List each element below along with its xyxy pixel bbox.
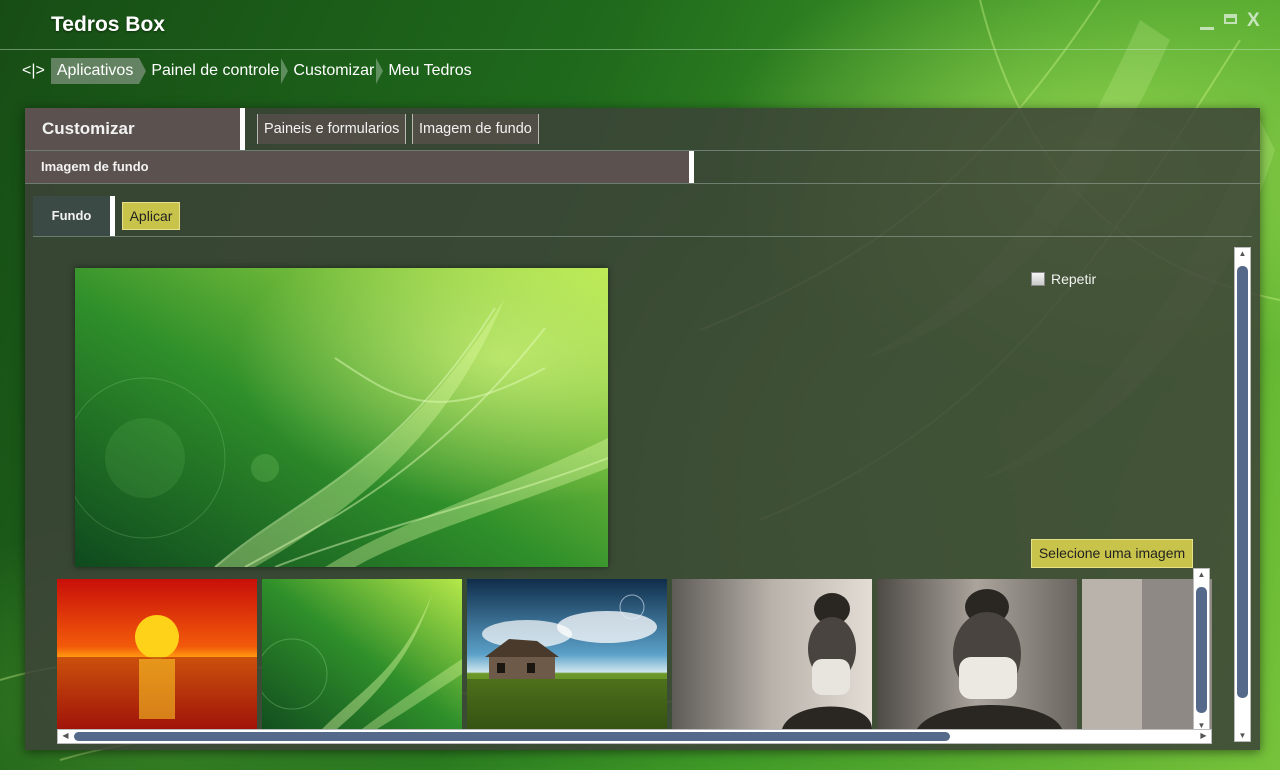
scroll-up-icon[interactable]: ▲ (1235, 249, 1250, 258)
background-preview-image (75, 268, 608, 567)
repeat-option[interactable]: Repetir (1031, 271, 1096, 287)
nav-toggle-icon[interactable]: <|> (20, 58, 51, 84)
scrollbar-thumb[interactable] (1196, 587, 1207, 713)
maximize-icon[interactable] (1224, 14, 1237, 24)
scroll-left-icon[interactable]: ◀ (58, 731, 73, 740)
breadcrumb: <|> Aplicativos Painel de controle Custo… (20, 58, 474, 84)
panel-header: Customizar Paineis e formularios Imagem … (25, 108, 1260, 151)
tab-fundo[interactable]: Fundo (33, 196, 115, 236)
breadcrumb-separator-icon (139, 58, 147, 84)
scroll-right-icon[interactable]: ▶ (1196, 731, 1211, 740)
scrollbar-thumb[interactable] (74, 732, 950, 741)
repeat-checkbox[interactable] (1031, 272, 1045, 286)
panel-subheader: Imagem de fundo (25, 151, 1260, 184)
thumbnail-girl-mask-1[interactable] (672, 579, 872, 729)
scroll-up-icon[interactable]: ▲ (1194, 570, 1209, 579)
inner-tab-bar: Fundo Aplicar (33, 196, 1252, 237)
breadcrumb-separator-icon (281, 58, 289, 84)
thumbnail-vertical-scrollbar[interactable]: ▲ ▼ (1193, 568, 1210, 732)
repeat-label: Repetir (1051, 271, 1097, 287)
close-icon[interactable]: X (1247, 10, 1260, 32)
thumbnail-girl-mask-2[interactable] (877, 579, 1077, 729)
minimize-icon[interactable] (1200, 27, 1214, 30)
tab-imagem-de-fundo[interactable]: Imagem de fundo (412, 114, 539, 144)
select-image-button[interactable]: Selecione uma imagem (1031, 539, 1193, 568)
panel-title: Customizar (25, 108, 245, 150)
thumbnail-horizontal-scrollbar[interactable]: ◀ ▶ (57, 729, 1212, 744)
breadcrumb-item-painel-de-controle[interactable]: Painel de controle (149, 58, 281, 84)
breadcrumb-separator-icon (376, 58, 384, 84)
breadcrumb-item-customizar[interactable]: Customizar (291, 58, 376, 84)
thumbnail-strip (57, 579, 1212, 729)
apply-button[interactable]: Aplicar (122, 202, 180, 230)
panel-subtitle: Imagem de fundo (25, 151, 694, 183)
customize-panel: Customizar Paineis e formularios Imagem … (25, 108, 1260, 750)
breadcrumb-item-aplicativos[interactable]: Aplicativos (50, 58, 140, 84)
thumbnail-green-swirl[interactable] (262, 579, 462, 729)
thumbnail-sunset[interactable] (57, 579, 257, 729)
title-bar: Tedros Box X (0, 0, 1280, 50)
background-settings-content: Repetir Selecione uma imagem ▲ ▼ ◀ ▶ ▲ ▼ (25, 247, 1260, 750)
scrollbar-thumb[interactable] (1237, 266, 1248, 698)
app-title: Tedros Box (51, 13, 165, 36)
content-vertical-scrollbar[interactable]: ▲ ▼ (1234, 247, 1251, 742)
tab-paineis-e-formularios[interactable]: Paineis e formularios (257, 114, 407, 144)
scroll-down-icon[interactable]: ▼ (1235, 731, 1250, 740)
thumbnail-house-field[interactable] (467, 579, 667, 729)
breadcrumb-item-meu-tedros[interactable]: Meu Tedros (386, 58, 473, 84)
